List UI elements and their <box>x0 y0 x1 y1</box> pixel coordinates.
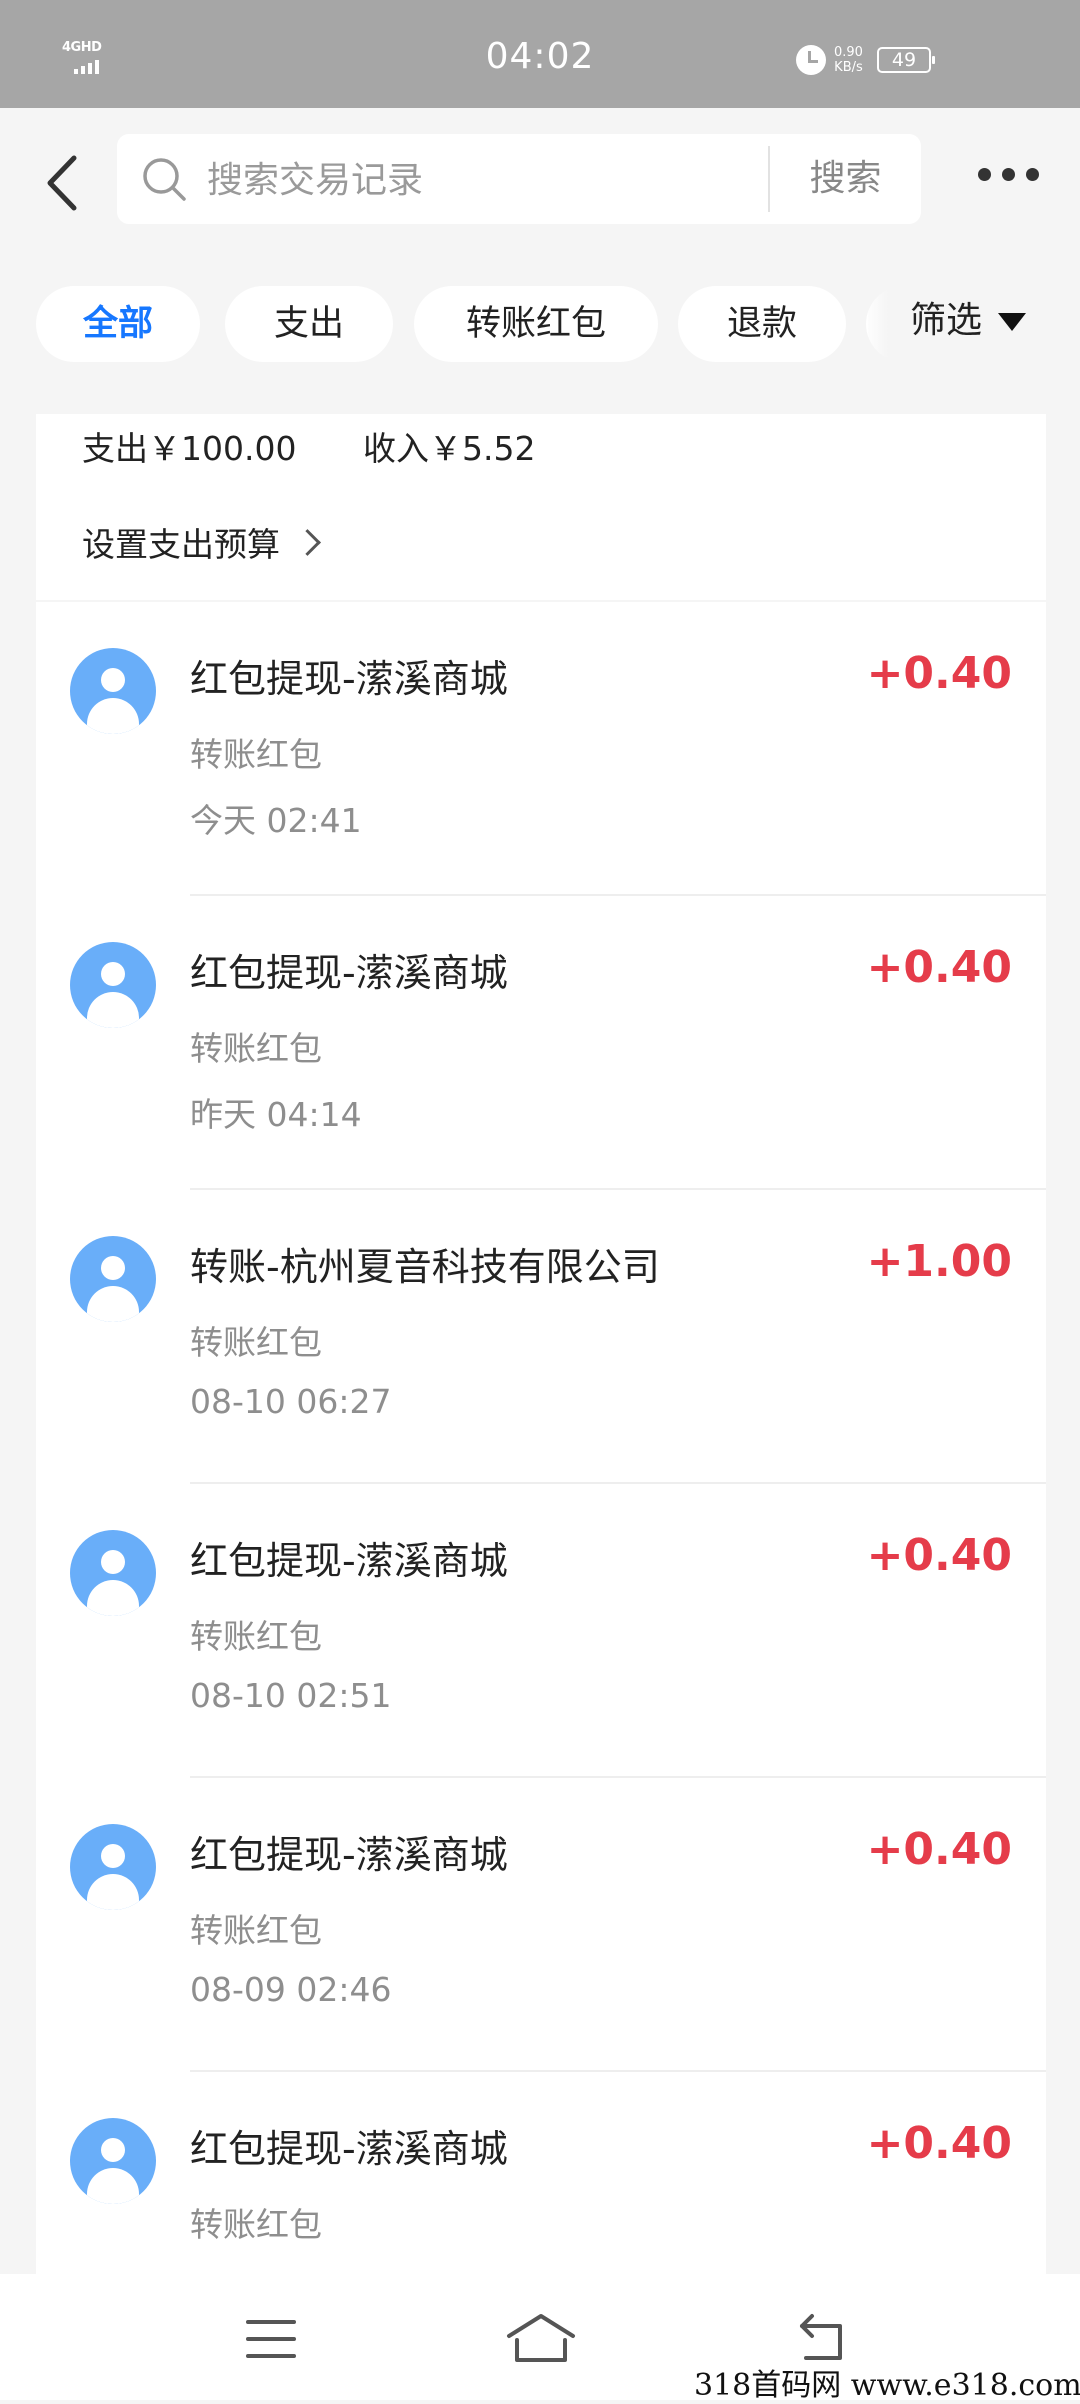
chip-all[interactable]: 全部 <box>36 286 200 362</box>
transaction-row[interactable]: 红包提现-潆溪商城 转账红包 今天 02:41 +0.40 <box>36 602 1046 896</box>
transaction-time: 08-10 06:27 <box>190 1382 392 1421</box>
search-bar: 搜索 <box>117 134 921 224</box>
filter-bar: 全部 支出 转账红包 退款 筛选 <box>0 286 1080 366</box>
header: 搜索 <box>0 108 1080 248</box>
transaction-row[interactable]: 转账-杭州夏音科技有限公司 转账红包 08-10 06:27 +1.00 <box>36 1190 1046 1484</box>
transaction-time: 昨天 04:14 <box>190 1095 362 1134</box>
transaction-amount: +0.40 <box>866 2118 1012 2169</box>
back-arrow-icon[interactable] <box>40 148 90 218</box>
transaction-category: 转账红包 <box>190 1617 322 1656</box>
summary-totals: 支出￥100.00 收入￥5.52 <box>82 422 535 470</box>
transaction-category: 转账红包 <box>190 1323 322 1362</box>
transaction-row[interactable]: 红包提现-潆溪商城 转账红包 08-10 02:51 +0.40 <box>36 1484 1046 1778</box>
transaction-title: 红包提现-潆溪商城 <box>190 951 508 995</box>
user-avatar-icon <box>70 648 156 734</box>
filter-button[interactable]: 筛选 <box>910 286 1027 362</box>
transaction-time: 08-10 02:51 <box>190 1676 392 1715</box>
search-icon <box>143 158 186 201</box>
status-bar: 4GHD 04:02 0.90 KB/s 49 <box>0 0 1080 108</box>
user-avatar-icon <box>70 1530 156 1616</box>
transaction-amount: +1.00 <box>866 1236 1012 1287</box>
dropdown-triangle-icon <box>998 313 1027 331</box>
home-icon[interactable] <box>505 2312 577 2364</box>
transaction-amount: +0.40 <box>866 1824 1012 1875</box>
watermark: 318首码网 www.e318.com <box>694 2368 1080 2403</box>
transaction-list: 红包提现-潆溪商城 转账红包 今天 02:41 +0.40 红包提现-潆溪商城 … <box>36 602 1046 2274</box>
user-avatar-icon <box>70 1824 156 1910</box>
menu-icon[interactable] <box>246 2320 296 2360</box>
chip-expense[interactable]: 支出 <box>225 286 393 362</box>
transaction-title: 红包提现-潆溪商城 <box>190 2127 508 2171</box>
transaction-time: 今天 02:41 <box>190 801 362 840</box>
transaction-title: 红包提现-潆溪商城 <box>190 1833 508 1877</box>
summary-card: 支出￥100.00 收入￥5.52 设置支出预算 <box>36 414 1046 600</box>
transaction-row[interactable]: 红包提现-潆溪商城 转账红包 昨天 04:14 +0.40 <box>36 896 1046 1190</box>
user-avatar-icon <box>70 2118 156 2204</box>
transaction-amount: +0.40 <box>866 648 1012 699</box>
battery-icon: 49 <box>876 47 935 73</box>
transaction-category: 转账红包 <box>190 735 322 774</box>
transaction-category: 转账红包 <box>190 1911 322 1950</box>
search-button[interactable]: 搜索 <box>770 134 921 224</box>
transaction-category: 转账红包 <box>190 1029 322 1068</box>
chip-refund[interactable]: 退款 <box>678 286 846 362</box>
transaction-category: 转账红包 <box>190 2205 322 2244</box>
user-avatar-icon <box>70 942 156 1028</box>
back-nav-icon[interactable] <box>796 2312 850 2362</box>
transaction-title: 转账-杭州夏音科技有限公司 <box>190 1245 660 1289</box>
set-budget-link[interactable]: 设置支出预算 <box>82 518 321 566</box>
income-total: 收入￥5.52 <box>362 429 536 468</box>
transaction-time: 08-09 02:46 <box>190 1970 392 2009</box>
chevron-right-icon <box>294 528 321 556</box>
transaction-amount: +0.40 <box>866 942 1012 993</box>
transaction-row[interactable]: 红包提现-潆溪商城 转账红包 +0.40 <box>36 2072 1046 2274</box>
chip-transfer-redpacket[interactable]: 转账红包 <box>414 286 658 362</box>
expense-total: 支出￥100.00 <box>82 429 297 468</box>
transaction-amount: +0.40 <box>866 1530 1012 1581</box>
transaction-title: 红包提现-潆溪商城 <box>190 1539 508 1583</box>
transaction-title: 红包提现-潆溪商城 <box>190 657 508 701</box>
network-speed: 0.90 KB/s <box>834 45 863 75</box>
transaction-row[interactable]: 红包提现-潆溪商城 转账红包 08-09 02:46 +0.40 <box>36 1778 1046 2072</box>
user-avatar-icon <box>70 1236 156 1322</box>
alarm-icon <box>796 45 826 75</box>
search-input[interactable] <box>205 148 829 212</box>
more-options-icon[interactable] <box>978 168 1039 181</box>
